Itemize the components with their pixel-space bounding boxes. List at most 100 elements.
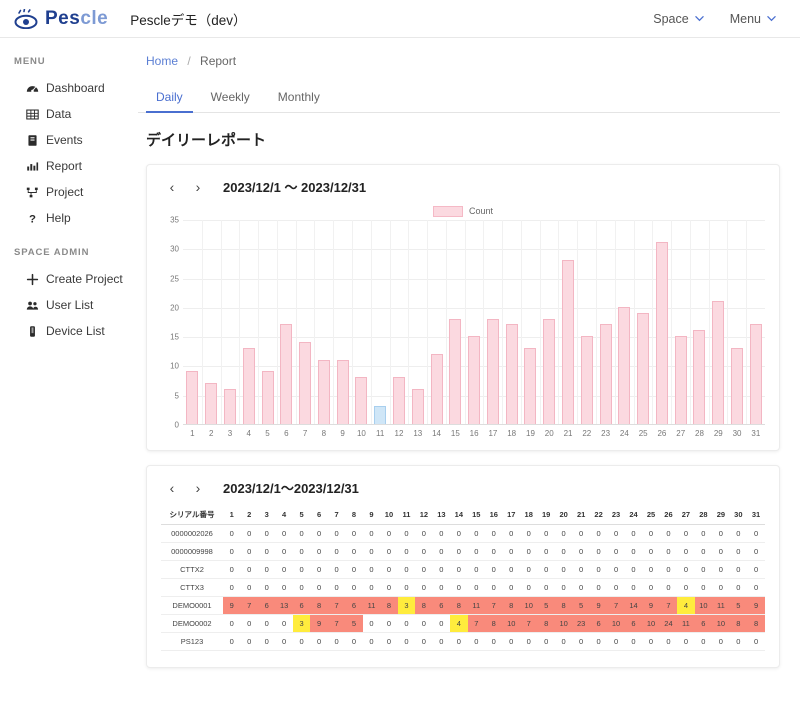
breadcrumb-home-link[interactable]: Home	[146, 54, 178, 68]
chart-prev-button[interactable]: ‹	[161, 180, 183, 194]
sidebar-item-help[interactable]: ? Help	[0, 205, 130, 231]
chart-bar[interactable]	[562, 260, 575, 424]
chart-bar[interactable]	[449, 318, 462, 424]
chart-bar-column[interactable]	[371, 220, 390, 424]
chart-bar[interactable]	[411, 388, 424, 424]
chart-bar-column[interactable]	[202, 220, 221, 424]
chart-bar[interactable]	[618, 306, 631, 424]
chart-bar[interactable]	[261, 371, 274, 424]
tab-daily[interactable]: Daily	[146, 86, 193, 113]
chart-bar[interactable]	[543, 318, 556, 424]
table-row[interactable]: DEMO0001 9 7 6 13 6 8 7 6 11 8 3 8 6 8 11 7 8 10 5 8 5 9 7 14 9 7 4…	[161, 596, 765, 615]
chart-bar[interactable]	[223, 388, 236, 424]
chart-bar-column[interactable]	[615, 220, 634, 424]
chart-bar-column[interactable]	[183, 220, 202, 424]
chart-bar-column[interactable]	[465, 220, 484, 424]
chart-bar[interactable]	[731, 347, 744, 424]
table-prev-button[interactable]: ‹	[161, 481, 183, 495]
chart-x-tick: 22	[582, 429, 592, 438]
chart-bar[interactable]	[524, 347, 537, 424]
chart-bar-column[interactable]	[746, 220, 765, 424]
app-logo[interactable]: Pescle	[14, 8, 108, 30]
table-cell-count: 6	[624, 614, 643, 633]
sidebar-item-create-project[interactable]: Create Project	[0, 266, 130, 292]
chart-next-button[interactable]: ›	[187, 180, 209, 194]
chart-bar[interactable]	[486, 318, 499, 424]
table-row[interactable]: 0000002026 0 0 0 0 0 0 0 0 0 0 0 0 0 0 0 0 0 0 0 0 0 0 0 0 0 0 0 0 0 0…	[161, 524, 765, 543]
chart-bar-column[interactable]	[239, 220, 258, 424]
chart-bar[interactable]	[392, 377, 405, 424]
chart-bar[interactable]	[505, 324, 518, 424]
table-row[interactable]: 0000009998 0 0 0 0 0 0 0 0 0 0 0 0 0 0 0 0 0 0 0 0 0 0 0 0 0 0 0 0 0 0…	[161, 542, 765, 561]
chart-bar[interactable]	[712, 301, 725, 424]
chart-bar[interactable]	[599, 324, 612, 424]
table-row[interactable]: PS123 0 0 0 0 0 0 0 0 0 0 0 0 0 0 0 0 0 0 0 0 0 0 0 0 0 0 0 0 0 0 0	[161, 632, 765, 651]
chart-bar[interactable]	[242, 347, 255, 424]
table-cell-count: 0	[223, 524, 241, 543]
chart-bar[interactable]	[749, 324, 762, 424]
chart-bar-column[interactable]	[596, 220, 615, 424]
table-cell-count: 0	[677, 560, 695, 579]
chart-bar-column[interactable]	[427, 220, 446, 424]
sidebar-item-device-list[interactable]: Device List	[0, 318, 130, 344]
chart-bar[interactable]	[299, 342, 312, 424]
main-menu-button[interactable]: Menu	[730, 12, 776, 26]
table-cell-count: 0	[712, 632, 730, 651]
chart-bar[interactable]	[205, 383, 218, 424]
chart-bar-column[interactable]	[502, 220, 521, 424]
chart-bar-column[interactable]	[540, 220, 559, 424]
chart-bar-column[interactable]	[653, 220, 672, 424]
table-cell-count: 0	[257, 524, 276, 543]
table-cell-count: 0	[362, 632, 381, 651]
chart-bar[interactable]	[280, 324, 293, 424]
table-next-button[interactable]: ›	[187, 481, 209, 495]
chart-bar-column[interactable]	[258, 220, 277, 424]
chart-bar-column[interactable]	[446, 220, 465, 424]
chart-bar-column[interactable]	[221, 220, 240, 424]
table-row[interactable]: CTTX3 0 0 0 0 0 0 0 0 0 0 0 0 0 0 0 0 0 0 0 0 0 0 0 0 0 0 0 0 0 0 0	[161, 578, 765, 597]
table-cell-count: 0	[380, 614, 398, 633]
sidebar-item-project[interactable]: Project	[0, 179, 130, 205]
chart-bar-column[interactable]	[408, 220, 427, 424]
chart-bar-column[interactable]	[709, 220, 728, 424]
chart-bar[interactable]	[430, 353, 443, 424]
table-row[interactable]: CTTX2 0 0 0 0 0 0 0 0 0 0 0 0 0 0 0 0 0 0 0 0 0 0 0 0 0 0 0 0 0 0 0	[161, 560, 765, 579]
chart-bar[interactable]	[186, 371, 199, 424]
chart-bar-column[interactable]	[277, 220, 296, 424]
chart-bar-column[interactable]	[559, 220, 578, 424]
chart-bar[interactable]	[674, 336, 687, 424]
chart-bar[interactable]	[693, 330, 706, 424]
sidebar-item-data[interactable]: Data	[0, 101, 130, 127]
chart-bar[interactable]	[637, 312, 650, 424]
tab-weekly[interactable]: Weekly	[201, 86, 260, 113]
chart-bar[interactable]	[468, 336, 481, 424]
tab-monthly[interactable]: Monthly	[268, 86, 330, 113]
chart-bar-column[interactable]	[690, 220, 709, 424]
chart-bar[interactable]	[655, 242, 668, 424]
table-row[interactable]: DEMO0002 0 0 0 0 3 9 7 5 0 0 0 0 0 4 7 8 10 7 8 10 23 6 10 6 10 24…	[161, 614, 765, 633]
chart-bar-column[interactable]	[333, 220, 352, 424]
chart-bar[interactable]	[336, 359, 349, 424]
chart-bar-column[interactable]	[521, 220, 540, 424]
chart-bar-column[interactable]	[352, 220, 371, 424]
sidebar-item-events[interactable]: Events	[0, 127, 130, 153]
chart-bar-column[interactable]	[671, 220, 690, 424]
sidebar-item-report[interactable]: Report	[0, 153, 130, 179]
chart-bar[interactable]	[374, 406, 387, 424]
space-menu-button[interactable]: Space	[653, 12, 704, 26]
chart-bar-column[interactable]	[728, 220, 747, 424]
table-cell-count: 11	[467, 596, 486, 615]
chart-bar-column[interactable]	[484, 220, 503, 424]
chart-bar-column[interactable]	[314, 220, 333, 424]
chart-bar-column[interactable]	[390, 220, 409, 424]
chart-bar-column[interactable]	[634, 220, 653, 424]
chart-bar-column[interactable]	[577, 220, 596, 424]
chart-bar-column[interactable]	[296, 220, 315, 424]
table-cell-count: 0	[607, 578, 625, 597]
sidebar-item-dashboard[interactable]: Dashboard	[0, 75, 130, 101]
chevron-down-icon	[767, 14, 776, 23]
chart-bar[interactable]	[317, 359, 330, 424]
chart-bar[interactable]	[355, 377, 368, 424]
chart-bar[interactable]	[580, 336, 593, 424]
sidebar-item-user-list[interactable]: User List	[0, 292, 130, 318]
